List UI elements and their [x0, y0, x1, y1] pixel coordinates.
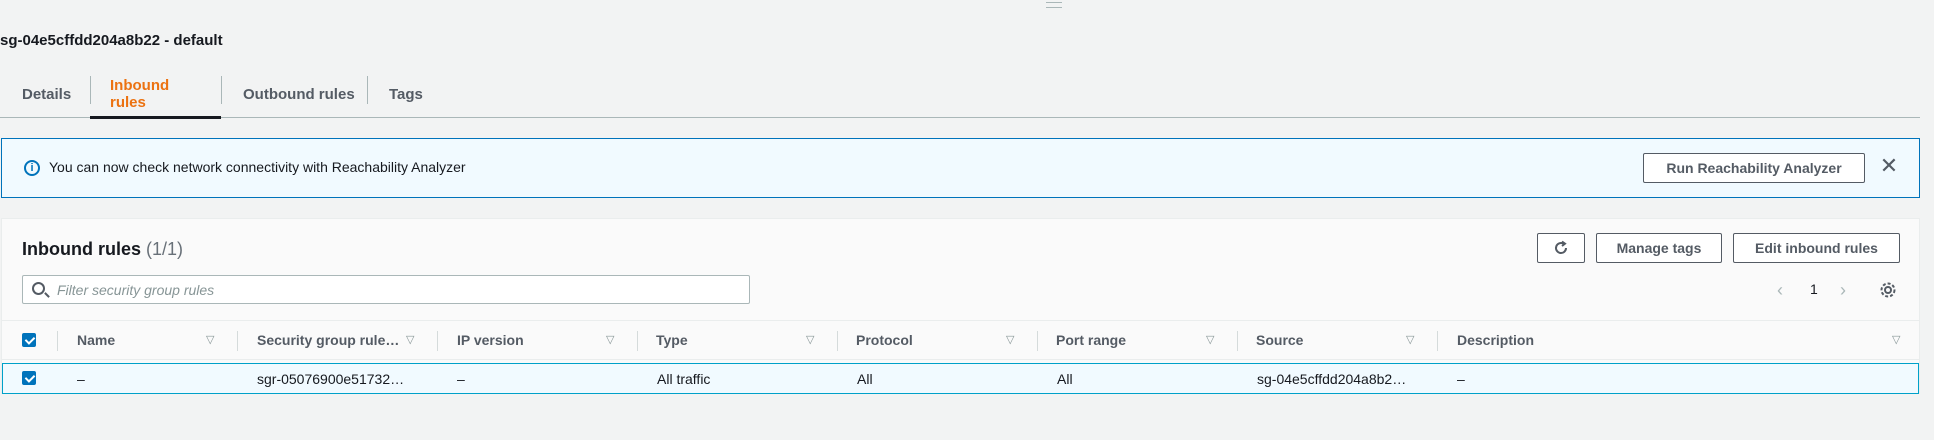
panel-title: Inbound rules (1/1) [22, 239, 183, 260]
gear-icon[interactable] [1879, 281, 1897, 299]
column-header-port-range[interactable]: Port range [1056, 321, 1126, 359]
column-divider [637, 331, 638, 351]
sort-icon[interactable]: ▽ [406, 333, 414, 346]
search-icon [32, 282, 45, 295]
table-row[interactable]: – sgr-05076900e51732… – All traffic All … [2, 363, 1919, 394]
tab-outbound-rules[interactable]: Outbound rules [223, 70, 375, 118]
cell-rule-id: sgr-05076900e51732… [257, 371, 405, 387]
sort-icon[interactable]: ▽ [606, 333, 614, 346]
tab-divider [221, 76, 222, 104]
panel-resize-handle[interactable] [1046, 2, 1062, 8]
column-divider [1237, 331, 1238, 351]
column-header-source[interactable]: Source [1256, 321, 1303, 359]
cell-type: All traffic [657, 371, 711, 387]
tab-inbound-rules[interactable]: Inbound rules [90, 70, 221, 119]
column-divider [1437, 331, 1438, 351]
column-divider [837, 331, 838, 351]
manage-tags-button[interactable]: Manage tags [1596, 233, 1722, 263]
tab-details[interactable]: Details [2, 70, 91, 118]
sort-icon[interactable]: ▽ [206, 333, 214, 346]
refresh-button[interactable] [1537, 233, 1585, 263]
column-header-description[interactable]: Description [1457, 321, 1534, 359]
sort-icon[interactable]: ▽ [1406, 333, 1414, 346]
sort-icon[interactable]: ▽ [1892, 333, 1900, 346]
column-divider [57, 331, 58, 351]
run-reachability-analyzer-button[interactable]: Run Reachability Analyzer [1643, 153, 1865, 183]
inbound-rules-panel: Inbound rules (1/1) Manage tags Edit inb… [1, 218, 1920, 394]
tab-bar: Details Inbound rules Outbound rules Tag… [0, 70, 1920, 119]
filter-search-input[interactable] [57, 279, 737, 300]
cell-source: sg-04e5cffdd204a8b2… [1257, 371, 1407, 387]
column-divider [437, 331, 438, 351]
alert-message: You can now check network connectivity w… [49, 159, 466, 175]
page-title: sg-04e5cffdd204a8b22 - default [0, 32, 223, 49]
current-page-number[interactable]: 1 [1810, 281, 1818, 297]
sort-icon[interactable]: ▽ [1206, 333, 1214, 346]
edit-inbound-rules-button[interactable]: Edit inbound rules [1733, 233, 1900, 263]
cell-ip-version: – [457, 371, 465, 387]
cell-name: – [77, 371, 85, 387]
column-header-name[interactable]: Name [77, 321, 115, 359]
row-select-checkbox[interactable] [22, 371, 36, 385]
cell-port-range: All [1057, 371, 1073, 387]
filter-search-box [22, 275, 750, 304]
sort-icon[interactable]: ▽ [1006, 333, 1014, 346]
refresh-icon [1555, 240, 1568, 254]
column-header-rule-id[interactable]: Security group rule… [257, 321, 399, 359]
tab-divider [367, 76, 368, 104]
column-divider [237, 331, 238, 351]
column-divider [1037, 331, 1038, 351]
chevron-right-icon[interactable]: › [1840, 280, 1846, 301]
close-icon[interactable]: ✕ [1879, 155, 1899, 177]
column-header-type[interactable]: Type [656, 321, 688, 359]
chevron-left-icon[interactable]: ‹ [1777, 280, 1783, 301]
info-alert: i You can now check network connectivity… [1, 138, 1920, 198]
cell-description: – [1457, 371, 1465, 387]
column-header-ip-version[interactable]: IP version [457, 321, 524, 359]
cell-protocol: All [857, 371, 873, 387]
rule-count: (1/1) [146, 239, 184, 259]
select-all-checkbox[interactable] [22, 333, 36, 347]
panel-title-text: Inbound rules [22, 239, 141, 259]
tab-tags[interactable]: Tags [369, 70, 443, 118]
table-header: Name ▽ Security group rule… ▽ IP version… [2, 320, 1919, 360]
info-icon: i [24, 160, 40, 176]
sort-icon[interactable]: ▽ [806, 333, 814, 346]
column-header-protocol[interactable]: Protocol [856, 321, 913, 359]
